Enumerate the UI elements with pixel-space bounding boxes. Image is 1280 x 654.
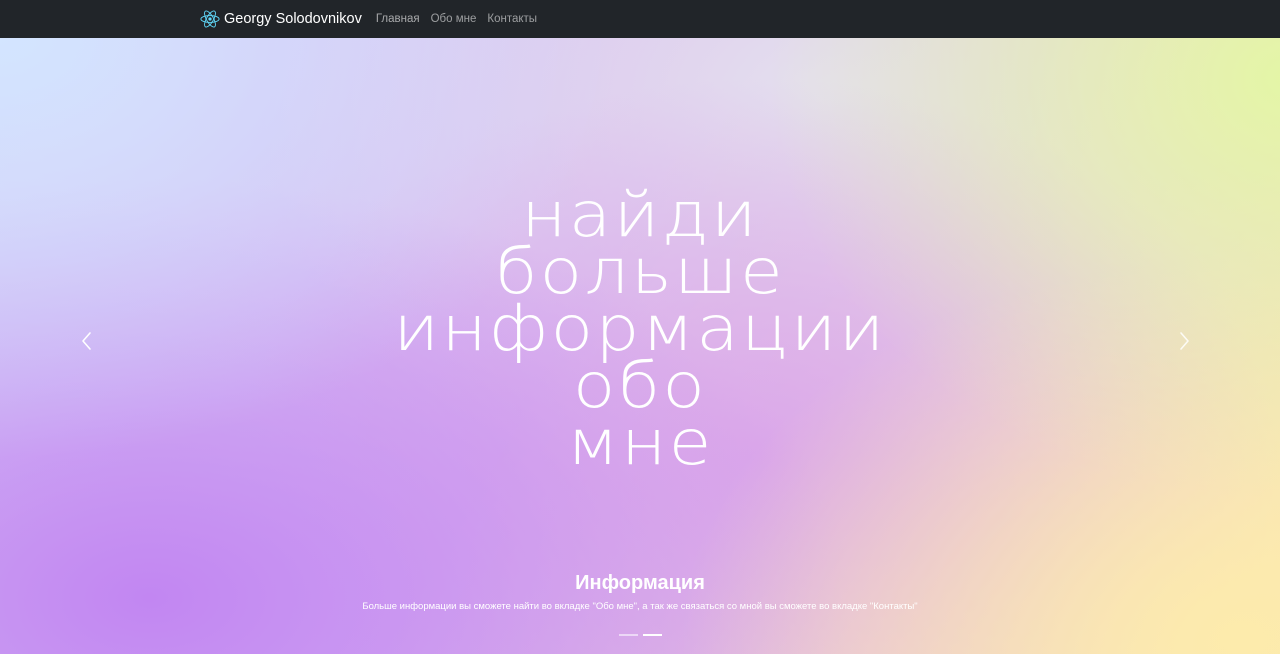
- nav-link-home[interactable]: Главная: [376, 13, 420, 25]
- hero-carousel: найди больше информации обо мне Информац…: [0, 38, 1280, 654]
- carousel-indicators: [0, 634, 1280, 636]
- carousel-caption: Информация Больше информации вы сможете …: [0, 570, 1280, 613]
- nav-link-about[interactable]: Обо мне: [431, 13, 477, 25]
- react-atom-icon: [200, 9, 220, 29]
- nav-links: Главная Обо мне Контакты: [376, 13, 548, 25]
- carousel-next-button[interactable]: [1164, 323, 1204, 363]
- carousel-indicator-1[interactable]: [618, 634, 638, 636]
- carousel-indicator-2[interactable]: [642, 634, 662, 636]
- caption-title: Информация: [575, 572, 705, 594]
- caption-text: Больше информации вы сможете найти во вк…: [362, 601, 918, 612]
- carousel-prev-button[interactable]: [67, 323, 107, 363]
- hero-line: мне: [566, 406, 714, 479]
- chevron-right-icon: [1178, 331, 1190, 356]
- brand-name: Georgy Solodovnikov: [224, 11, 362, 27]
- navbar: Georgy Solodovnikov Главная Обо мне Конт…: [0, 0, 1280, 38]
- nav-link-contacts[interactable]: Контакты: [487, 13, 537, 25]
- navbar-brand[interactable]: Georgy Solodovnikov: [200, 9, 362, 29]
- hero-heading: найди больше информации обо мне: [0, 184, 1280, 479]
- chevron-left-icon: [81, 331, 93, 356]
